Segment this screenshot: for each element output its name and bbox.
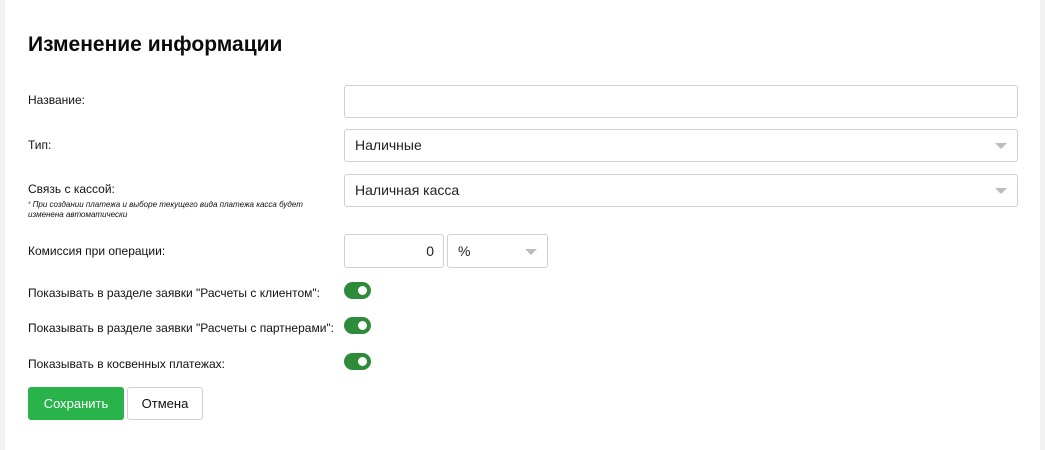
toggle-partner-payments[interactable] xyxy=(344,317,371,334)
commission-unit-value: % xyxy=(458,243,471,259)
save-button[interactable]: Сохранить xyxy=(28,387,124,420)
chevron-down-icon xyxy=(995,188,1007,194)
commission-input[interactable] xyxy=(345,235,443,267)
chevron-down-icon xyxy=(525,249,537,255)
toggle-knob xyxy=(358,321,367,330)
cashbox-label: Связь с кассой: xyxy=(28,182,115,196)
cashbox-note-marker: * xyxy=(28,202,31,208)
toggle-label-client-payments: Показывать в разделе заявки "Расчеты с к… xyxy=(28,286,320,300)
toggle-indirect-payments[interactable] xyxy=(344,353,371,370)
type-label: Тип: xyxy=(28,138,52,152)
type-selected-value: Наличные xyxy=(355,137,422,153)
toggle-client-payments[interactable] xyxy=(344,282,371,299)
cancel-button[interactable]: Отмена xyxy=(127,387,203,420)
cashbox-select[interactable]: Наличная касса xyxy=(344,174,1018,207)
name-input[interactable] xyxy=(345,86,1017,117)
cashbox-note-text: При создании платежа и выборе текущего в… xyxy=(28,200,303,219)
chevron-down-icon xyxy=(995,143,1007,149)
name-label: Название: xyxy=(28,93,85,107)
commission-label: Комиссия при операции: xyxy=(28,244,166,258)
page-title: Изменение информации xyxy=(28,33,283,56)
name-field-wrapper xyxy=(344,85,1018,118)
commission-unit-select[interactable]: % xyxy=(447,234,548,268)
toggle-knob xyxy=(358,286,367,295)
toggle-label-partner-payments: Показывать в разделе заявки "Расчеты с п… xyxy=(28,321,334,335)
cashbox-selected-value: Наличная касса xyxy=(355,182,460,198)
type-select[interactable]: Наличные xyxy=(344,129,1018,162)
toggle-knob xyxy=(358,357,367,366)
cashbox-note: * При создании платежа и выборе текущего… xyxy=(28,200,328,220)
commission-field-wrapper xyxy=(344,234,444,268)
toggle-label-indirect-payments: Показывать в косвенных платежах: xyxy=(28,357,225,371)
edit-info-panel: Изменение информации Название: Тип: Нали… xyxy=(5,0,1040,450)
